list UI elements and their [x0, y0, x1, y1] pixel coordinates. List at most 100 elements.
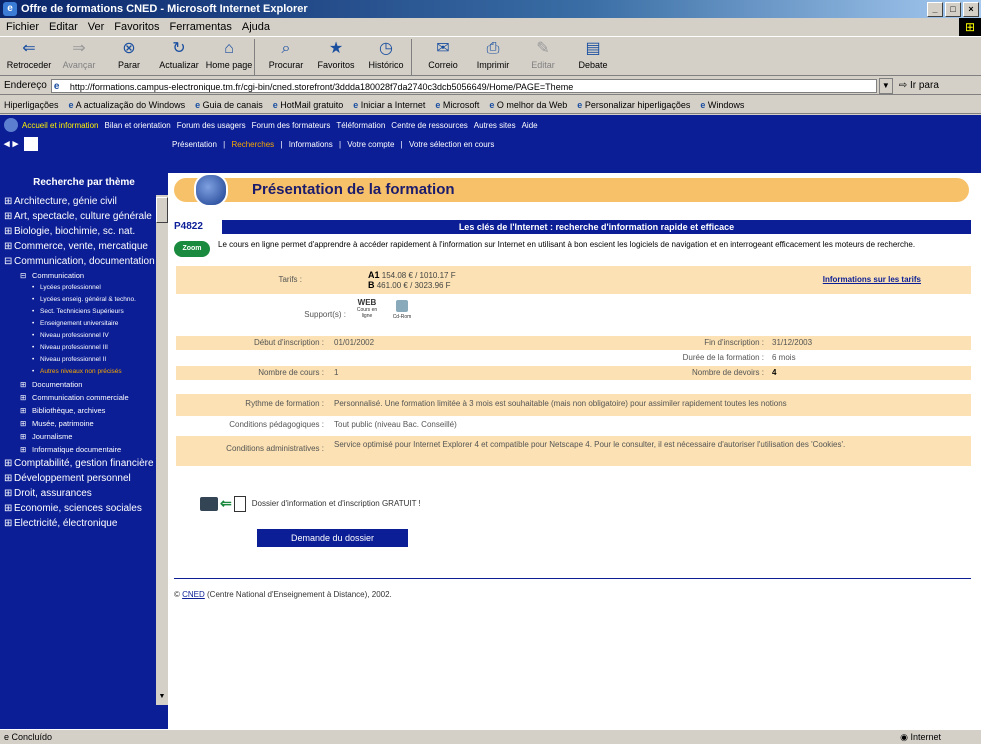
tab-selection[interactable]: Votre sélection en cours — [409, 140, 494, 149]
minimize-button[interactable]: _ — [927, 2, 943, 17]
forward-button[interactable]: ⇒ Avançar — [54, 37, 104, 70]
sidebar-category[interactable]: ⊞ Communication commerciale — [0, 391, 168, 404]
sidebar-category[interactable]: ⊞ Comptabilité, gestion financière — [0, 456, 168, 471]
sidebar-level-item[interactable]: • Niveau professionnel IV — [0, 330, 168, 342]
sidebar-level-item[interactable]: • Enseignement universitaire — [0, 318, 168, 330]
sidebar-category[interactable]: ⊞ Développement personnel — [0, 471, 168, 486]
sidebar-category[interactable]: ⊞ Biologie, biochimie, sc. nat. — [0, 224, 168, 239]
expand-icon[interactable]: ⊞ — [4, 518, 14, 529]
expand-icon[interactable]: ⊞ — [20, 432, 32, 441]
search-button[interactable]: ⌕ Procurar — [261, 37, 311, 70]
sidebar-category[interactable]: ⊞ Economie, sciences sociales — [0, 501, 168, 516]
link-item[interactable]: e Iniciar a Internet — [353, 100, 425, 110]
nav-ressources[interactable]: Centre de ressources — [391, 121, 467, 130]
expand-icon[interactable]: ⊞ — [20, 419, 32, 428]
frame-icon[interactable] — [24, 137, 39, 152]
discuss-button[interactable]: ▤ Debate — [568, 37, 618, 70]
expand-icon[interactable]: ⊞ — [4, 473, 14, 484]
scrollbar-thumb[interactable] — [156, 197, 168, 223]
expand-icon[interactable]: ⊞ — [4, 458, 14, 469]
refresh-button[interactable]: ↻ Actualizar — [154, 37, 204, 70]
nav-bilan[interactable]: Bilan et orientation — [104, 121, 170, 130]
menu-tools[interactable]: Ferramentas — [170, 21, 232, 33]
sidebar-level-item[interactable]: • Sect. Techniciens Supérieurs — [0, 306, 168, 318]
menu-favorites[interactable]: Favoritos — [114, 21, 159, 33]
nav-aide[interactable]: Aide — [522, 121, 538, 130]
expand-icon[interactable]: ⊞ — [4, 488, 14, 499]
link-item[interactable]: e HotMail gratuito — [273, 100, 344, 110]
close-button[interactable]: × — [963, 2, 979, 17]
sidebar-level-item[interactable]: • Lycées professionnel — [0, 282, 168, 294]
cned-link[interactable]: CNED — [182, 590, 205, 599]
sidebar-category[interactable]: ⊞ Journalisme — [0, 430, 168, 443]
expand-icon[interactable]: ⊞ — [20, 445, 32, 454]
go-button[interactable]: ⇨ Ir para — [899, 80, 939, 91]
menu-view[interactable]: Ver — [88, 21, 105, 33]
expand-icon[interactable]: ⊞ — [4, 196, 14, 207]
link-item[interactable]: e Personalizar hiperligações — [577, 100, 690, 110]
tab-compte[interactable]: Votre compte — [347, 140, 394, 149]
favorites-button[interactable]: ★ Favoritos — [311, 37, 361, 70]
nav-forum-formateurs[interactable]: Forum des formateurs — [252, 121, 331, 130]
request-dossier-button[interactable]: Demande du dossier — [257, 529, 408, 547]
prev-next-icon[interactable]: ◂ ▸ — [4, 138, 18, 150]
nav-forum-usagers[interactable]: Forum des usagers — [177, 121, 246, 130]
tarifs-info-link[interactable]: Informations sur les tarifs — [823, 275, 921, 284]
nav-accueil[interactable]: Accueil et information — [22, 121, 98, 130]
collapse-icon[interactable]: ⊟ — [4, 256, 14, 267]
back-button[interactable]: ⇐ Retroceder — [4, 37, 54, 70]
sidebar-category[interactable]: ⊞ Informatique documentaire — [0, 443, 168, 456]
peda-value: Tout public (niveau Bac. Conseillé) — [334, 420, 457, 429]
edit-button[interactable]: ✎ Editar — [518, 37, 568, 70]
menu-help[interactable]: Ajuda — [242, 21, 270, 33]
nav-autres-sites[interactable]: Autres sites — [474, 121, 516, 130]
scroll-down-icon[interactable]: ▼ — [156, 693, 168, 705]
sidebar-scrollbar[interactable]: ▼ — [156, 195, 168, 705]
menu-file[interactable]: Fichier — [6, 21, 39, 33]
address-dropdown-button[interactable]: ▼ — [878, 77, 893, 94]
collapse-icon[interactable]: ⊟ — [20, 271, 32, 280]
sidebar-category[interactable]: ⊟ Communication, documentation — [0, 254, 168, 269]
expand-icon[interactable]: ⊞ — [20, 380, 32, 389]
sidebar-category[interactable]: ⊞ Commerce, vente, mercatique — [0, 239, 168, 254]
computer-icon — [200, 496, 218, 511]
tab-recherches[interactable]: Recherches — [231, 140, 274, 149]
tab-presentation[interactable]: Présentation — [172, 140, 217, 149]
link-item[interactable]: e O melhor da Web — [489, 100, 567, 110]
sidebar-category[interactable]: ⊞ Droit, assurances — [0, 486, 168, 501]
expand-icon[interactable]: ⊞ — [4, 503, 14, 514]
link-item[interactable]: e A actualização do Windows — [69, 100, 186, 110]
print-button[interactable]: ⎙ Imprimir — [468, 37, 518, 70]
link-item[interactable]: e Guia de canais — [195, 100, 263, 110]
sidebar-level-item[interactable]: • Lycées enseig. général & techno. — [0, 294, 168, 306]
stop-button[interactable]: ⊗ Parar — [104, 37, 154, 70]
tab-informations[interactable]: Informations — [289, 140, 333, 149]
sidebar-item-label: Documentation — [32, 380, 83, 389]
sidebar-level-item[interactable]: • Niveau professionnel III — [0, 342, 168, 354]
maximize-button[interactable]: □ — [945, 2, 961, 17]
address-input[interactable]: e http://formations.campus-electronique.t… — [50, 78, 877, 93]
link-item[interactable]: e Microsoft — [435, 100, 479, 110]
sidebar-category[interactable]: ⊞ Documentation — [0, 378, 168, 391]
sidebar-category[interactable]: ⊞ Electricité, électronique — [0, 516, 168, 531]
sidebar-category[interactable]: ⊞ Bibliothèque, archives — [0, 404, 168, 417]
expand-icon[interactable]: ⊞ — [4, 241, 14, 252]
expand-icon[interactable]: ⊞ — [20, 406, 32, 415]
menu-edit[interactable]: Editar — [49, 21, 78, 33]
link-item[interactable]: e Windows — [700, 100, 744, 110]
sidebar-category[interactable]: ⊞ Architecture, génie civil — [0, 194, 168, 209]
expand-icon[interactable]: ⊞ — [4, 226, 14, 237]
sidebar-item-label: Communication — [32, 271, 85, 280]
zoom-button[interactable]: Zoom — [174, 241, 210, 257]
sidebar-category[interactable]: ⊟ Communication — [0, 269, 168, 282]
mail-button[interactable]: ✉ Correio — [418, 37, 468, 70]
expand-icon[interactable]: ⊞ — [4, 211, 14, 222]
home-button[interactable]: ⌂ Home page — [204, 37, 254, 70]
sidebar-category[interactable]: ⊞ Art, spectacle, culture générale — [0, 209, 168, 224]
sidebar-level-item[interactable]: • Autres niveaux non précisés — [0, 366, 168, 378]
nav-teleformation[interactable]: Téléformation — [336, 121, 385, 130]
sidebar-category[interactable]: ⊞ Musée, patrimoine — [0, 417, 168, 430]
sidebar-level-item[interactable]: • Niveau professionnel II — [0, 354, 168, 366]
history-button[interactable]: ◷ Histórico — [361, 37, 411, 70]
expand-icon[interactable]: ⊞ — [20, 393, 32, 402]
